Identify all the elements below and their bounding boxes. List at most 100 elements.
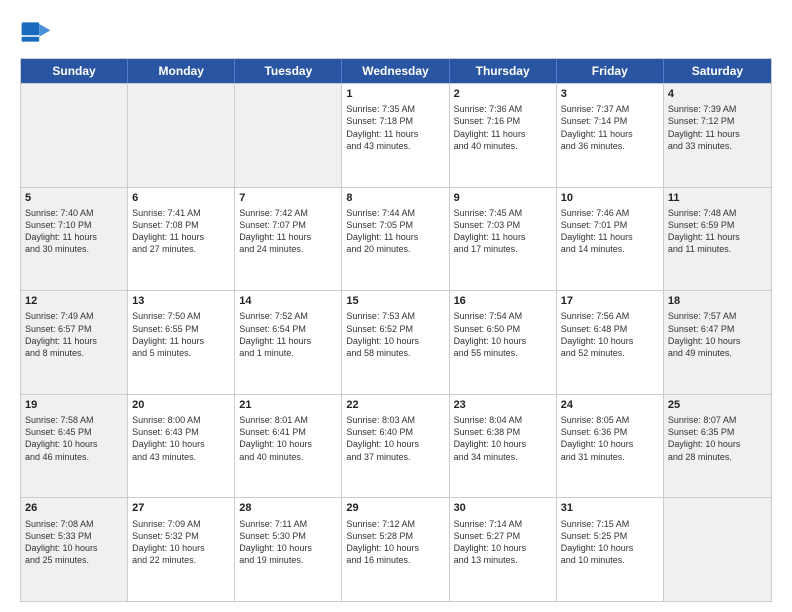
page: SundayMondayTuesdayWednesdayThursdayFrid… bbox=[0, 0, 792, 612]
cal-cell-info: Sunrise: 7:54 AM Sunset: 6:50 PM Dayligh… bbox=[454, 310, 552, 359]
cal-cell-empty-0-1 bbox=[128, 84, 235, 187]
cal-cell-31: 31 Sunrise: 7:15 AM Sunset: 5:25 PM Dayli… bbox=[557, 498, 664, 601]
day-number: 9 bbox=[454, 191, 552, 205]
day-number: 19 bbox=[25, 398, 123, 412]
cal-week-1: 5 Sunrise: 7:40 AM Sunset: 7:10 PM Daylig… bbox=[21, 187, 771, 291]
cal-cell-8: 8Sunrise: 7:44 AM Sunset: 7:05 PM Daylig… bbox=[342, 188, 449, 291]
day-number: 28 bbox=[239, 501, 337, 515]
day-number: 10 bbox=[561, 191, 659, 205]
day-number: 31 bbox=[561, 501, 659, 515]
cal-cell-info: Sunrise: 7:48 AM Sunset: 6:59 PM Dayligh… bbox=[668, 207, 767, 256]
cal-cell-info: Sunrise: 8:00 AM Sunset: 6:43 PM Dayligh… bbox=[132, 414, 230, 463]
calendar-body: 1 Sunrise: 7:35 AM Sunset: 7:18 PM Daylig… bbox=[21, 83, 771, 601]
day-number: 22 bbox=[346, 398, 444, 412]
day-number: 29 bbox=[346, 501, 444, 515]
cal-cell-info: Sunrise: 7:11 AM Sunset: 5:30 PM Dayligh… bbox=[239, 518, 337, 567]
day-number: 27 bbox=[132, 501, 230, 515]
cal-cell-info: Sunrise: 7:41 AM Sunset: 7:08 PM Dayligh… bbox=[132, 207, 230, 256]
cal-cell-info: Sunrise: 8:07 AM Sunset: 6:35 PM Dayligh… bbox=[668, 414, 767, 463]
day-number: 11 bbox=[668, 191, 767, 205]
cal-cell-29: 29 Sunrise: 7:12 AM Sunset: 5:28 PM Dayli… bbox=[342, 498, 449, 601]
cal-cell-26: 26 Sunrise: 7:08 AM Sunset: 5:33 PM Dayli… bbox=[21, 498, 128, 601]
cal-cell-info: Sunrise: 7:57 AM Sunset: 6:47 PM Dayligh… bbox=[668, 310, 767, 359]
cal-cell-28: 28 Sunrise: 7:11 AM Sunset: 5:30 PM Dayli… bbox=[235, 498, 342, 601]
cal-cell-info: Sunrise: 7:58 AM Sunset: 6:45 PM Dayligh… bbox=[25, 414, 123, 463]
cal-cell-2: 2 Sunrise: 7:36 AM Sunset: 7:16 PM Daylig… bbox=[450, 84, 557, 187]
cal-cell-12: 12 Sunrise: 7:49 AM Sunset: 6:57 PM Dayli… bbox=[21, 291, 128, 394]
cal-cell-empty-0-0 bbox=[21, 84, 128, 187]
cal-cell-19: 19 Sunrise: 7:58 AM Sunset: 6:45 PM Dayli… bbox=[21, 395, 128, 498]
cal-cell-info: Sunrise: 7:37 AM Sunset: 7:14 PM Dayligh… bbox=[561, 103, 659, 152]
day-number: 17 bbox=[561, 294, 659, 308]
day-number: 24 bbox=[561, 398, 659, 412]
cal-cell-23: 23Sunrise: 8:04 AM Sunset: 6:38 PM Dayli… bbox=[450, 395, 557, 498]
cal-cell-3: 3 Sunrise: 7:37 AM Sunset: 7:14 PM Daylig… bbox=[557, 84, 664, 187]
day-number: 5 bbox=[25, 191, 123, 205]
cal-cell-4: 4 Sunrise: 7:39 AM Sunset: 7:12 PM Daylig… bbox=[664, 84, 771, 187]
cal-week-3: 19 Sunrise: 7:58 AM Sunset: 6:45 PM Dayli… bbox=[21, 394, 771, 498]
cal-cell-18: 18 Sunrise: 7:57 AM Sunset: 6:47 PM Dayli… bbox=[664, 291, 771, 394]
cal-cell-info: Sunrise: 7:08 AM Sunset: 5:33 PM Dayligh… bbox=[25, 518, 123, 567]
cal-header-day-saturday: Saturday bbox=[664, 59, 771, 83]
cal-cell-empty-4-6 bbox=[664, 498, 771, 601]
day-number: 25 bbox=[668, 398, 767, 412]
day-number: 12 bbox=[25, 294, 123, 308]
cal-cell-info: Sunrise: 7:46 AM Sunset: 7:01 PM Dayligh… bbox=[561, 207, 659, 256]
day-number: 20 bbox=[132, 398, 230, 412]
day-number: 2 bbox=[454, 87, 552, 101]
cal-cell-info: Sunrise: 8:01 AM Sunset: 6:41 PM Dayligh… bbox=[239, 414, 337, 463]
cal-cell-11: 11 Sunrise: 7:48 AM Sunset: 6:59 PM Dayli… bbox=[664, 188, 771, 291]
cal-header-day-friday: Friday bbox=[557, 59, 664, 83]
cal-cell-info: Sunrise: 7:35 AM Sunset: 7:18 PM Dayligh… bbox=[346, 103, 444, 152]
cal-header-day-tuesday: Tuesday bbox=[235, 59, 342, 83]
cal-cell-9: 9 Sunrise: 7:45 AM Sunset: 7:03 PM Daylig… bbox=[450, 188, 557, 291]
cal-cell-info: Sunrise: 7:40 AM Sunset: 7:10 PM Dayligh… bbox=[25, 207, 123, 256]
cal-cell-6: 6Sunrise: 7:41 AM Sunset: 7:08 PM Daylig… bbox=[128, 188, 235, 291]
calendar-header: SundayMondayTuesdayWednesdayThursdayFrid… bbox=[21, 59, 771, 83]
cal-cell-empty-0-2 bbox=[235, 84, 342, 187]
day-number: 30 bbox=[454, 501, 552, 515]
cal-header-day-sunday: Sunday bbox=[21, 59, 128, 83]
cal-cell-25: 25 Sunrise: 8:07 AM Sunset: 6:35 PM Dayli… bbox=[664, 395, 771, 498]
header bbox=[20, 16, 772, 48]
cal-cell-13: 13 Sunrise: 7:50 AM Sunset: 6:55 PM Dayli… bbox=[128, 291, 235, 394]
cal-cell-info: Sunrise: 7:49 AM Sunset: 6:57 PM Dayligh… bbox=[25, 310, 123, 359]
cal-cell-info: Sunrise: 7:52 AM Sunset: 6:54 PM Dayligh… bbox=[239, 310, 337, 359]
cal-cell-30: 30Sunrise: 7:14 AM Sunset: 5:27 PM Dayli… bbox=[450, 498, 557, 601]
cal-cell-17: 17 Sunrise: 7:56 AM Sunset: 6:48 PM Dayli… bbox=[557, 291, 664, 394]
cal-cell-info: Sunrise: 8:03 AM Sunset: 6:40 PM Dayligh… bbox=[346, 414, 444, 463]
cal-cell-27: 27 Sunrise: 7:09 AM Sunset: 5:32 PM Dayli… bbox=[128, 498, 235, 601]
day-number: 13 bbox=[132, 294, 230, 308]
cal-header-day-wednesday: Wednesday bbox=[342, 59, 449, 83]
cal-cell-info: Sunrise: 7:36 AM Sunset: 7:16 PM Dayligh… bbox=[454, 103, 552, 152]
day-number: 4 bbox=[668, 87, 767, 101]
cal-cell-info: Sunrise: 7:15 AM Sunset: 5:25 PM Dayligh… bbox=[561, 518, 659, 567]
cal-cell-16: 16 Sunrise: 7:54 AM Sunset: 6:50 PM Dayli… bbox=[450, 291, 557, 394]
cal-cell-20: 20 Sunrise: 8:00 AM Sunset: 6:43 PM Dayli… bbox=[128, 395, 235, 498]
cal-cell-info: Sunrise: 7:56 AM Sunset: 6:48 PM Dayligh… bbox=[561, 310, 659, 359]
cal-cell-info: Sunrise: 7:12 AM Sunset: 5:28 PM Dayligh… bbox=[346, 518, 444, 567]
day-number: 23 bbox=[454, 398, 552, 412]
day-number: 1 bbox=[346, 87, 444, 101]
day-number: 7 bbox=[239, 191, 337, 205]
cal-cell-1: 1 Sunrise: 7:35 AM Sunset: 7:18 PM Daylig… bbox=[342, 84, 449, 187]
cal-cell-24: 24 Sunrise: 8:05 AM Sunset: 6:36 PM Dayli… bbox=[557, 395, 664, 498]
calendar: SundayMondayTuesdayWednesdayThursdayFrid… bbox=[20, 58, 772, 602]
day-number: 8 bbox=[346, 191, 444, 205]
day-number: 18 bbox=[668, 294, 767, 308]
day-number: 16 bbox=[454, 294, 552, 308]
cal-cell-info: Sunrise: 7:50 AM Sunset: 6:55 PM Dayligh… bbox=[132, 310, 230, 359]
cal-cell-info: Sunrise: 7:39 AM Sunset: 7:12 PM Dayligh… bbox=[668, 103, 767, 152]
cal-cell-info: Sunrise: 7:53 AM Sunset: 6:52 PM Dayligh… bbox=[346, 310, 444, 359]
cal-cell-7: 7Sunrise: 7:42 AM Sunset: 7:07 PM Daylig… bbox=[235, 188, 342, 291]
cal-week-0: 1 Sunrise: 7:35 AM Sunset: 7:18 PM Daylig… bbox=[21, 83, 771, 187]
day-number: 26 bbox=[25, 501, 123, 515]
cal-cell-info: Sunrise: 7:09 AM Sunset: 5:32 PM Dayligh… bbox=[132, 518, 230, 567]
cal-week-2: 12 Sunrise: 7:49 AM Sunset: 6:57 PM Dayli… bbox=[21, 290, 771, 394]
cal-cell-5: 5 Sunrise: 7:40 AM Sunset: 7:10 PM Daylig… bbox=[21, 188, 128, 291]
day-number: 15 bbox=[346, 294, 444, 308]
day-number: 3 bbox=[561, 87, 659, 101]
cal-cell-22: 22 Sunrise: 8:03 AM Sunset: 6:40 PM Dayli… bbox=[342, 395, 449, 498]
cal-cell-info: Sunrise: 8:05 AM Sunset: 6:36 PM Dayligh… bbox=[561, 414, 659, 463]
cal-cell-info: Sunrise: 7:45 AM Sunset: 7:03 PM Dayligh… bbox=[454, 207, 552, 256]
